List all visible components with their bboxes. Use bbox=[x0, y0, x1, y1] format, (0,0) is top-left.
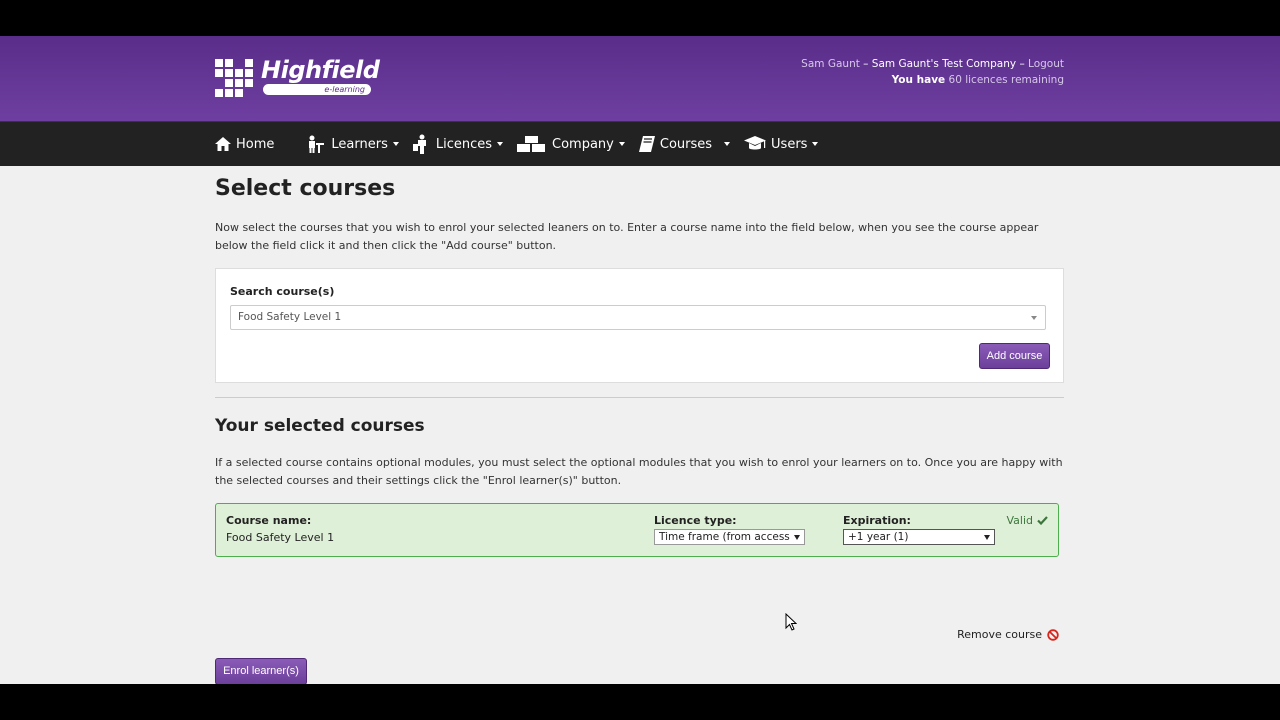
divider bbox=[215, 397, 1064, 398]
licences-count: 60 licences remaining bbox=[948, 74, 1064, 86]
course-name-value: Food Safety Level 1 bbox=[226, 531, 335, 544]
nav-users-label: Users bbox=[771, 136, 808, 152]
app-frame: Highfield e-learning Sam Gaunt – Sam Gau… bbox=[0, 36, 1280, 684]
company-icon bbox=[517, 136, 546, 152]
logo-word: Highfield bbox=[261, 56, 380, 84]
enrol-learners-button[interactable]: Enrol learner(s) bbox=[215, 658, 307, 684]
logout-link[interactable]: Logout bbox=[1028, 58, 1064, 70]
valid-status: Valid bbox=[1006, 514, 1048, 527]
selected-courses-title: Your selected courses bbox=[215, 416, 425, 436]
expiration-label: Expiration: bbox=[843, 514, 911, 527]
main-content: Select courses Now select the courses th… bbox=[215, 166, 1064, 684]
learners-icon bbox=[309, 135, 325, 153]
account-user[interactable]: Sam Gaunt bbox=[801, 58, 860, 70]
licences-icon bbox=[412, 134, 426, 154]
home-icon bbox=[215, 137, 231, 151]
chevron-down-icon bbox=[392, 142, 399, 146]
chevron-down-icon bbox=[984, 535, 990, 540]
nav-courses[interactable]: Courses bbox=[638, 136, 731, 152]
chevron-down-icon bbox=[1031, 316, 1037, 320]
licence-type-label: Licence type: bbox=[654, 514, 737, 527]
licence-type-value: Time frame (from access bbox=[659, 531, 790, 543]
logo-text: Highfield e-learning bbox=[261, 56, 380, 98]
remove-icon bbox=[1047, 628, 1059, 641]
account-info: Sam Gaunt – Sam Gaunt's Test Company – L… bbox=[801, 56, 1064, 88]
header: Highfield e-learning Sam Gaunt – Sam Gau… bbox=[0, 36, 1280, 122]
search-label: Search course(s) bbox=[230, 285, 335, 298]
nav-company[interactable]: Company bbox=[517, 136, 625, 152]
account-company[interactable]: Sam Gaunt's Test Company bbox=[872, 58, 1016, 70]
check-icon bbox=[1037, 516, 1048, 525]
account-sep: – bbox=[859, 58, 872, 70]
nav-learners-label: Learners bbox=[331, 136, 388, 152]
chevron-down-icon bbox=[724, 142, 731, 146]
logo-grid-icon bbox=[215, 59, 253, 97]
remove-course-link[interactable]: Remove course bbox=[955, 628, 1059, 641]
valid-status-label: Valid bbox=[1006, 514, 1033, 527]
logo[interactable]: Highfield e-learning bbox=[215, 56, 380, 98]
licences-prefix: You have bbox=[891, 74, 946, 86]
page-description: Now select the courses that you wish to … bbox=[215, 221, 1039, 252]
licence-type-select[interactable]: Time frame (from access bbox=[654, 529, 805, 545]
nav-courses-label: Courses bbox=[659, 136, 713, 152]
course-search-select[interactable]: Food Safety Level 1 bbox=[230, 305, 1046, 330]
page-title: Select courses bbox=[215, 176, 396, 201]
logo-sub: e-learning bbox=[263, 84, 371, 95]
main-nav: Home Learners Licences Company Courses U… bbox=[0, 122, 1280, 166]
users-icon bbox=[744, 136, 767, 150]
nav-users[interactable]: Users bbox=[744, 136, 819, 152]
search-value: Food Safety Level 1 bbox=[238, 311, 342, 323]
nav-home-label: Home bbox=[236, 136, 275, 152]
nav-licences[interactable]: Licences bbox=[412, 134, 504, 154]
course-name-label: Course name: bbox=[226, 514, 312, 527]
chevron-down-icon bbox=[794, 535, 800, 540]
add-course-button[interactable]: Add course bbox=[979, 343, 1050, 369]
expiration-value: +1 year (1) bbox=[848, 531, 909, 543]
remove-course-label: Remove course bbox=[957, 628, 1042, 641]
chevron-down-icon bbox=[812, 142, 819, 146]
courses-icon bbox=[638, 136, 655, 152]
mouse-cursor-icon bbox=[785, 613, 797, 631]
chevron-down-icon bbox=[618, 142, 625, 146]
chevron-down-icon bbox=[497, 142, 504, 146]
selected-courses-description: If a selected course contains optional m… bbox=[215, 456, 1063, 487]
nav-home[interactable]: Home bbox=[215, 137, 274, 152]
account-sep: – bbox=[1016, 58, 1029, 70]
nav-licences-label: Licences bbox=[435, 136, 493, 152]
nav-company-label: Company bbox=[552, 136, 614, 152]
search-panel: Search course(s) Food Safety Level 1 Add… bbox=[215, 268, 1064, 383]
nav-learners[interactable]: Learners bbox=[306, 135, 399, 153]
selected-course-row: Course name: Food Safety Level 1 Licence… bbox=[215, 503, 1059, 557]
expiration-select[interactable]: +1 year (1) bbox=[843, 529, 995, 545]
